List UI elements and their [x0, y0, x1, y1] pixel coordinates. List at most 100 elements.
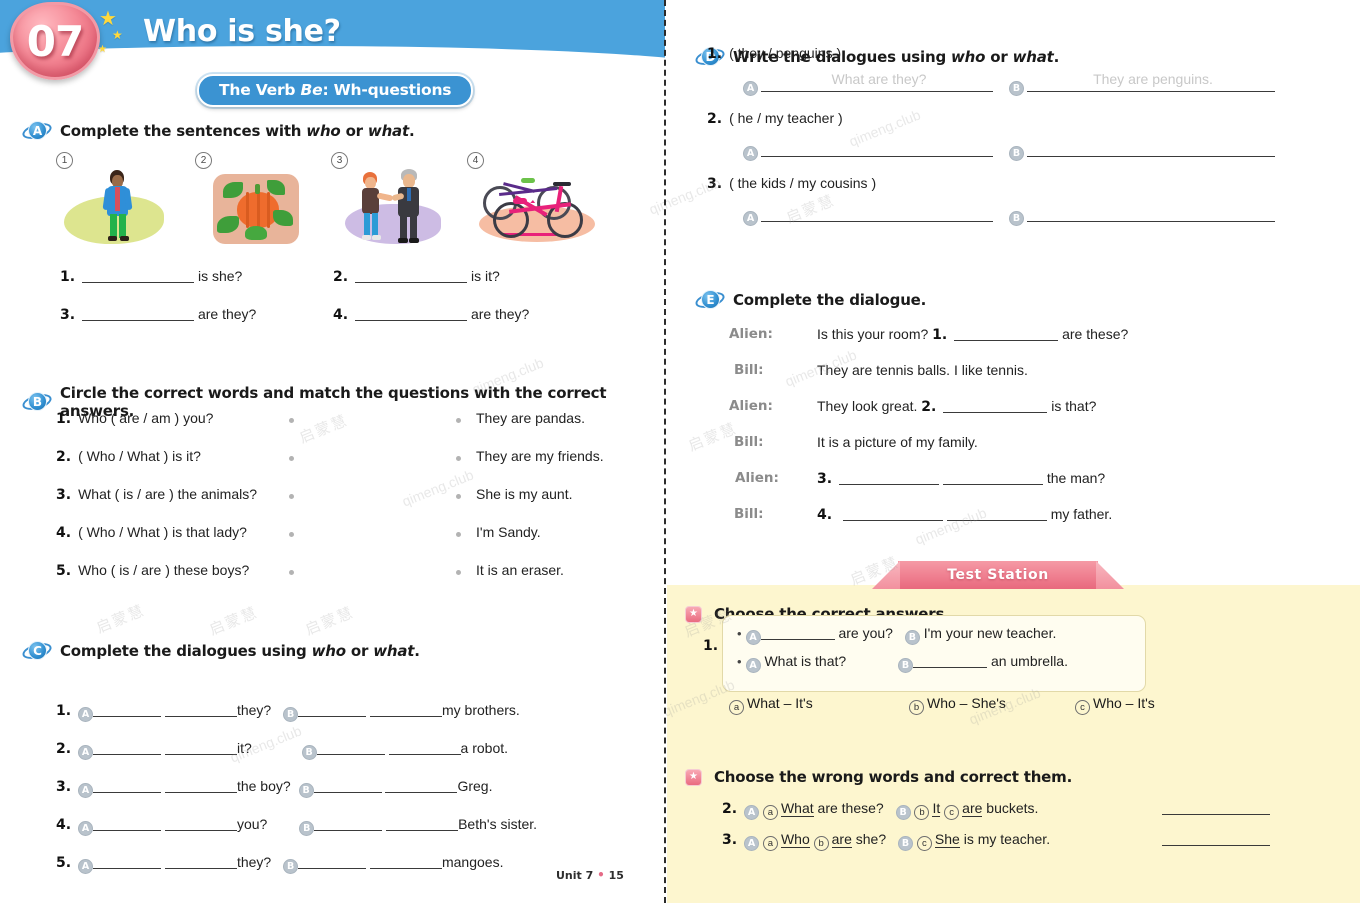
question-box: • A are you? B I'm your new teacher. • A W…	[722, 615, 1146, 692]
answer-blank[interactable]	[93, 854, 162, 869]
speaker-b-badge: B	[283, 859, 299, 874]
answer-slot-a: A	[743, 206, 993, 226]
match-answer[interactable]: She is my aunt.	[476, 486, 573, 502]
answer-blank[interactable]	[946, 506, 1047, 521]
answer-blank[interactable]	[316, 740, 385, 755]
test-station-ribbon: Test Station	[898, 561, 1098, 589]
answer-blank[interactable]	[82, 268, 195, 283]
underlined-word[interactable]: Who	[780, 831, 810, 848]
match-dot-left[interactable]	[289, 532, 294, 537]
correction-blank[interactable]	[1162, 814, 1270, 815]
answer-blank[interactable]	[164, 740, 237, 755]
answer-blank[interactable]	[1027, 206, 1275, 222]
line-text: 4. my father.	[817, 506, 1113, 523]
watermark: 启蒙慧	[207, 603, 261, 639]
answer-blank[interactable]	[943, 398, 1048, 413]
match-question[interactable]: 1. Who ( are / am ) you?	[56, 410, 213, 427]
answer-choice-b[interactable]: b Who – She's	[909, 695, 1006, 715]
page-divider	[664, 0, 666, 903]
answer-blank[interactable]	[942, 470, 1043, 485]
match-row: 2.( Who / What ) is it? They are my frie…	[56, 448, 656, 486]
answer-choice-c[interactable]: c Who – It's	[1075, 695, 1155, 715]
match-dot-right[interactable]	[456, 456, 461, 461]
match-answer[interactable]: It is an eraser.	[476, 562, 564, 578]
match-dot-left[interactable]	[289, 418, 294, 423]
match-row: 1. Who ( are / am ) you? They are pandas.	[56, 410, 656, 448]
match-dot-left[interactable]	[289, 456, 294, 461]
match-question[interactable]: 2.( Who / What ) is it?	[56, 448, 201, 465]
picture-number: 1	[56, 152, 73, 169]
choice-letter[interactable]: a	[762, 805, 778, 820]
speaker-a-badge: A	[743, 81, 758, 96]
answer-blank[interactable]	[164, 702, 237, 717]
match-dot-right[interactable]	[456, 418, 461, 423]
match-answer[interactable]: They are my friends.	[476, 448, 604, 464]
answer-blank[interactable]	[954, 326, 1059, 341]
underlined-word[interactable]: What	[780, 800, 814, 817]
answer-choice-a[interactable]: a What – It's	[729, 695, 813, 715]
match-question[interactable]: 3. What ( is / are ) the animals?	[56, 486, 257, 503]
item-text: are they?	[197, 306, 257, 322]
exercise-a-item-1: 1. is she?	[60, 268, 242, 285]
match-row: 5. Who ( is / are ) these boys? It is an …	[56, 562, 656, 600]
answer-blank[interactable]	[314, 816, 383, 831]
answer-blank[interactable]	[298, 854, 367, 869]
test-station-panel: ★ Choose the correct answers. 1. • A are …	[667, 585, 1360, 903]
match-dot-right[interactable]	[456, 570, 461, 575]
underlined-word[interactable]: are	[962, 800, 983, 817]
match-answer[interactable]: They are pandas.	[476, 410, 585, 426]
answer-blank[interactable]	[842, 506, 943, 521]
answer-blank[interactable]	[386, 816, 459, 831]
answer-blank[interactable]	[761, 141, 993, 157]
exercise-c-instruction: Complete the dialogues using who or what…	[60, 642, 420, 660]
match-dot-left[interactable]	[289, 570, 294, 575]
answer-blank[interactable]	[93, 740, 162, 755]
correction-row: 3. A a Who b are she? B c She is my teacher.	[722, 831, 1322, 862]
answer-blank[interactable]	[164, 816, 237, 831]
answer-blank[interactable]	[388, 740, 461, 755]
picture-2-scene	[201, 164, 315, 248]
answer-blank[interactable]	[761, 206, 993, 222]
choice-letter[interactable]: c	[916, 836, 932, 851]
answer-blank[interactable]	[93, 816, 162, 831]
row-tail-a: you?	[236, 816, 268, 832]
item-number: 3.	[722, 832, 738, 848]
answer-blank[interactable]	[385, 778, 458, 793]
line-text: Is this your room? 1. are these?	[817, 326, 1129, 343]
answer-blank[interactable]	[82, 306, 195, 321]
underlined-word[interactable]: She	[934, 831, 960, 848]
choice-letter[interactable]: c	[944, 805, 960, 820]
correction-rows: 2. A a What are these? B b It c are buckets.…	[722, 800, 1322, 862]
choice-letter[interactable]: b	[813, 836, 829, 851]
answer-blank[interactable]	[369, 702, 442, 717]
choice-letter[interactable]: a	[762, 836, 778, 851]
choice-letter[interactable]: b	[914, 805, 930, 820]
answer-blank[interactable]	[93, 702, 162, 717]
correction-blank[interactable]	[1162, 845, 1270, 846]
match-dot-right[interactable]	[456, 532, 461, 537]
answer-row: A What are they? B They are penguins.	[707, 66, 1347, 104]
answer-blank[interactable]	[298, 702, 367, 717]
underlined-word[interactable]: are	[831, 831, 852, 848]
answer-blank[interactable]	[369, 854, 442, 869]
match-dot-left[interactable]	[289, 494, 294, 499]
answer-blank[interactable]	[93, 778, 162, 793]
match-answer[interactable]: I'm Sandy.	[476, 524, 541, 540]
answer-blank[interactable]	[1027, 141, 1275, 157]
answer-blank[interactable]	[355, 268, 468, 283]
answer-blank[interactable]	[355, 306, 468, 321]
exercise-e-heading: E Complete the dialogue.	[693, 289, 926, 311]
match-question[interactable]: 5. Who ( is / are ) these boys?	[56, 562, 249, 579]
underlined-word[interactable]: It	[932, 800, 941, 817]
speaker-a-badge: A	[78, 783, 94, 798]
answer-blank[interactable]	[313, 778, 382, 793]
match-question[interactable]: 4.( Who / What ) is that lady?	[56, 524, 247, 541]
answer-slot-a: A What are they?	[743, 71, 993, 96]
answer-blank[interactable]	[839, 470, 940, 485]
answer-blank[interactable]	[164, 854, 237, 869]
answer-blank[interactable]	[760, 625, 835, 640]
match-dot-right[interactable]	[456, 494, 461, 499]
answer-blank[interactable]	[164, 778, 237, 793]
answer-blank[interactable]	[913, 653, 988, 668]
picture-3-two-men: 3	[331, 150, 451, 250]
